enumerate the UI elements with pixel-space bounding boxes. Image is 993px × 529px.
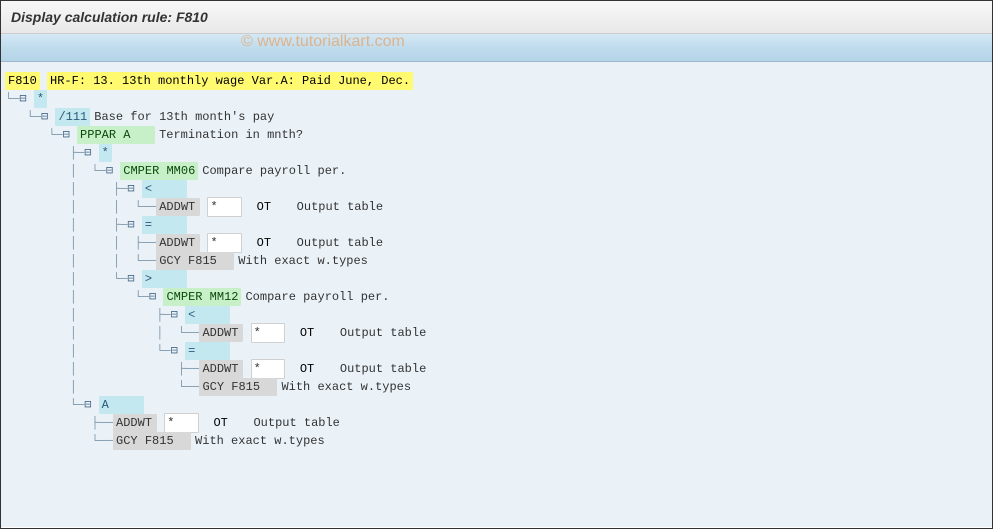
tree-row[interactable]: │ │ └──ADDWT * OT Output table (5, 324, 988, 342)
collapse-icon[interactable]: ⊟ (41, 108, 55, 126)
operation-leaf: GCY F815 (113, 432, 191, 450)
star-node: * (99, 144, 112, 162)
node-desc: Output table (336, 324, 426, 342)
tree-connector: │ │ ├── (5, 234, 156, 252)
tree-connector: │ ├── (5, 360, 199, 378)
tree-row[interactable]: │ └─⊟ CMPER MM12Compare payroll per. (5, 288, 988, 306)
collapse-icon[interactable]: ⊟ (19, 90, 33, 108)
operation-leaf: ADDWT (199, 360, 243, 378)
tree-row[interactable]: │ │ └──GCY F815 With exact w.types (5, 252, 988, 270)
node-desc: Base for 13th month's pay (90, 108, 274, 126)
rule-code: F810 (5, 72, 40, 90)
collapse-icon[interactable]: ⊟ (84, 396, 98, 414)
node-desc: Compare payroll per. (241, 288, 389, 306)
collapse-icon[interactable]: ⊟ (127, 270, 141, 288)
operation-leaf: ADDWT (156, 198, 200, 216)
tree-row[interactable]: │ └─⊟ CMPER MM06Compare payroll per. (5, 162, 988, 180)
node-desc: Output table (249, 414, 339, 432)
tree-connector: │ └── (5, 378, 199, 396)
tree-connector: ├── (5, 414, 113, 432)
collapse-icon[interactable]: ⊟ (63, 126, 77, 144)
compare-node: < (185, 306, 230, 324)
tree-row[interactable]: │ └──GCY F815 With exact w.types (5, 378, 988, 396)
collapse-icon[interactable]: ⊟ (84, 144, 98, 162)
collapse-icon[interactable]: ⊟ (106, 162, 120, 180)
tree-row[interactable]: │ ├─⊟ < (5, 306, 988, 324)
tree-row[interactable]: └─⊟ /111Base for 13th month's pay (5, 108, 988, 126)
operation-node: CMPER MM12 (163, 288, 241, 306)
op-param: * (251, 323, 286, 343)
op-param: * (207, 233, 242, 253)
tree-connector: └── (5, 432, 113, 450)
operation-node: PPPAR A (77, 126, 155, 144)
collapse-icon[interactable]: ⊟ (149, 288, 163, 306)
operation-leaf: GCY F815 (156, 252, 234, 270)
star-node: * (34, 90, 47, 108)
node-desc: Output table (293, 234, 383, 252)
tree-connector: │ │ └── (5, 252, 156, 270)
rule-tree: F810 HR-F: 13. 13th monthly wage Var.A: … (1, 62, 992, 527)
tree-connector: │ └─ (5, 162, 106, 180)
tree-connector: │ │ └── (5, 198, 156, 216)
tree-connector: │ └─ (5, 270, 127, 288)
node-desc: With exact w.types (234, 252, 368, 270)
node-desc: With exact w.types (191, 432, 325, 450)
branch-node: A (99, 396, 144, 414)
operation-node: CMPER MM06 (120, 162, 198, 180)
compare-node: < (142, 180, 187, 198)
collapse-icon[interactable]: ⊟ (171, 306, 185, 324)
tree-row[interactable]: │ └─⊟ = (5, 342, 988, 360)
tree-connector: │ ├─ (5, 180, 127, 198)
tree-connector: └─ (5, 108, 41, 126)
collapse-icon[interactable]: ⊟ (171, 342, 185, 360)
node-desc: Output table (336, 360, 426, 378)
rule-title: HR-F: 13. 13th monthly wage Var.A: Paid … (47, 72, 413, 90)
node-desc: With exact w.types (277, 378, 411, 396)
toolbar (1, 34, 992, 62)
collapse-icon[interactable]: ⊟ (127, 216, 141, 234)
op-param: * (251, 359, 286, 379)
tree-connector: └─ (5, 396, 84, 414)
tree-row[interactable]: └─⊟ * (5, 90, 988, 108)
tree-row[interactable]: │ └─⊟ > (5, 270, 988, 288)
tree-row[interactable]: │ │ └──ADDWT * OT Output table (5, 198, 988, 216)
wage-type: /111 (55, 108, 90, 126)
operation-leaf: ADDWT (156, 234, 200, 252)
tree-connector: └─ (5, 90, 19, 108)
window-title: Display calculation rule: F810 (1, 1, 992, 34)
compare-node: = (185, 342, 230, 360)
tree-row[interactable]: └─⊟ PPPAR A Termination in mnth? (5, 126, 988, 144)
tree-row-root[interactable]: F810 HR-F: 13. 13th monthly wage Var.A: … (5, 72, 988, 90)
tree-row[interactable]: ├─⊟ * (5, 144, 988, 162)
operation-leaf: ADDWT (199, 324, 243, 342)
tree-connector: │ │ └── (5, 324, 199, 342)
tree-row[interactable]: └─⊟ A (5, 396, 988, 414)
tree-connector: │ └─ (5, 288, 149, 306)
tree-connector: ├─ (5, 144, 84, 162)
tree-connector: │ ├─ (5, 306, 171, 324)
compare-node: > (142, 270, 187, 288)
node-desc: Compare payroll per. (198, 162, 346, 180)
tree-connector: │ ├─ (5, 216, 127, 234)
tree-row[interactable]: ├──ADDWT * OT Output table (5, 414, 988, 432)
tree-row[interactable]: │ ├──ADDWT * OT Output table (5, 360, 988, 378)
collapse-icon[interactable]: ⊟ (127, 180, 141, 198)
tree-connector: └─ (5, 126, 63, 144)
node-desc: Output table (293, 198, 383, 216)
tree-row[interactable]: │ ├─⊟ < (5, 180, 988, 198)
operation-leaf: ADDWT (113, 414, 157, 432)
tree-row[interactable]: │ │ ├──ADDWT * OT Output table (5, 234, 988, 252)
compare-node: = (142, 216, 187, 234)
node-desc: Termination in mnth? (155, 126, 303, 144)
tree-connector: │ └─ (5, 342, 171, 360)
op-param: * (164, 413, 199, 433)
tree-row[interactable]: └──GCY F815 With exact w.types (5, 432, 988, 450)
op-param: * (207, 197, 242, 217)
operation-leaf: GCY F815 (199, 378, 277, 396)
tree-row[interactable]: │ ├─⊟ = (5, 216, 988, 234)
